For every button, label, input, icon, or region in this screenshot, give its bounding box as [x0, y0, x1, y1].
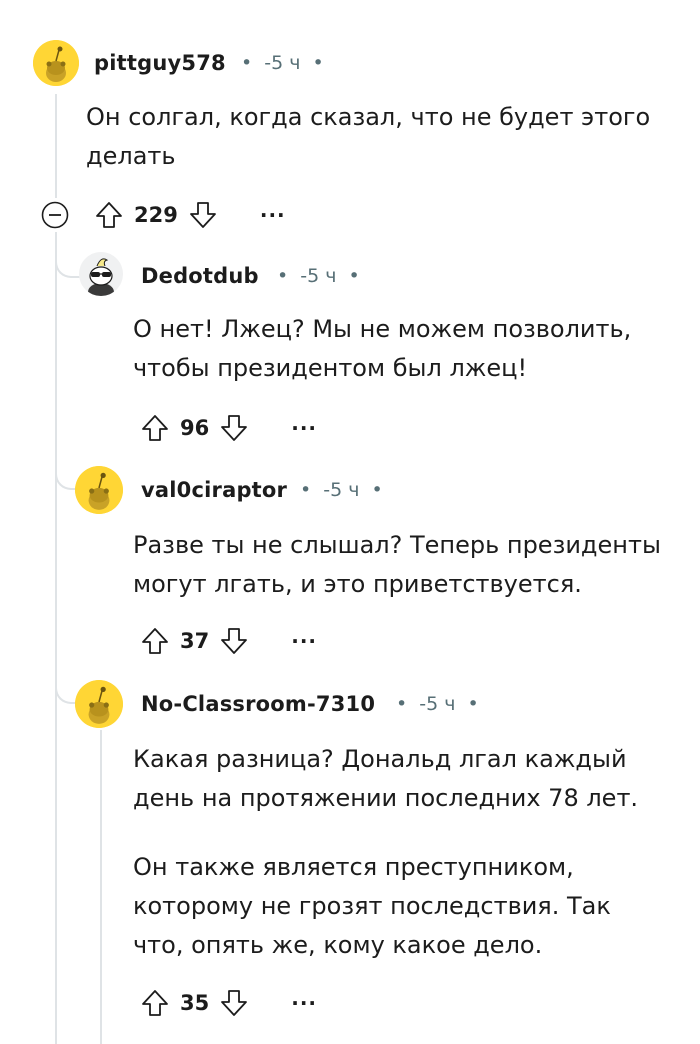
thread-line-child: [100, 730, 102, 1044]
more-options-icon[interactable]: ...: [291, 988, 317, 1008]
timestamp: -5 ч: [419, 693, 456, 715]
thread-connector-3: [55, 652, 77, 704]
comment-meta: • -5 ч •: [277, 265, 360, 287]
username[interactable]: No-Classroom-7310: [141, 692, 375, 716]
snoo-icon: [75, 680, 123, 728]
score: 37: [180, 629, 210, 653]
score: 96: [180, 416, 210, 440]
snoo-sunglasses-icon: [79, 252, 123, 296]
avatar[interactable]: [75, 680, 123, 728]
downvote-arrow-icon[interactable]: [217, 411, 251, 445]
snoo-icon: [33, 40, 79, 86]
upvote-arrow-icon[interactable]: [92, 198, 126, 232]
upvote-arrow-icon[interactable]: [138, 624, 172, 658]
more-options-icon[interactable]: ...: [291, 626, 317, 646]
thread-line-root: [55, 94, 57, 198]
downvote-arrow-icon[interactable]: [186, 198, 220, 232]
comment-body-paragraph-2: Он также является преступником, которому …: [133, 853, 611, 959]
thread-line-root-lower: [55, 232, 57, 1044]
comment-meta: • -5 ч •: [300, 479, 383, 501]
upvote-arrow-icon[interactable]: [138, 411, 172, 445]
collapse-minus-icon[interactable]: [41, 201, 69, 229]
comment-body: О нет! Лжец? Мы не можем позволить, чтобы…: [133, 315, 632, 382]
snoo-icon: [75, 466, 123, 514]
thread-connector-2: [55, 440, 77, 490]
timestamp: -5 ч: [323, 479, 360, 501]
more-options-icon[interactable]: ...: [291, 413, 317, 433]
username[interactable]: pittguy578: [94, 51, 226, 75]
avatar[interactable]: [75, 466, 123, 514]
timestamp: -5 ч: [300, 265, 337, 287]
username[interactable]: val0ciraptor: [141, 478, 287, 502]
username[interactable]: Dedotdub: [141, 264, 259, 288]
avatar[interactable]: [79, 252, 123, 296]
timestamp: -5 ч: [264, 52, 301, 74]
comment-actions: 37 ...: [138, 621, 317, 661]
comment-meta: • -5 ч •: [241, 52, 324, 74]
comment-body: Разве ты не слышал? Теперь президенты мог…: [133, 531, 661, 598]
comment-actions: 96 ...: [138, 408, 317, 448]
downvote-arrow-icon[interactable]: [217, 986, 251, 1020]
avatar[interactable]: [33, 40, 79, 86]
comment-meta: • -5 ч •: [396, 693, 479, 715]
comment-body-paragraph-1: Какая разница? Дональд лгал каждый день н…: [133, 745, 639, 812]
score: 229: [134, 203, 178, 227]
upvote-arrow-icon[interactable]: [138, 986, 172, 1020]
comment-actions: 35 ...: [138, 983, 317, 1023]
more-options-icon[interactable]: ...: [260, 200, 286, 220]
thread-connector-1: [55, 232, 81, 278]
comment-actions: 229 ...: [92, 195, 286, 235]
downvote-arrow-icon[interactable]: [217, 624, 251, 658]
score: 35: [180, 991, 210, 1015]
comment-body: Он солгал, когда сказал, что не будет эт…: [86, 103, 651, 170]
